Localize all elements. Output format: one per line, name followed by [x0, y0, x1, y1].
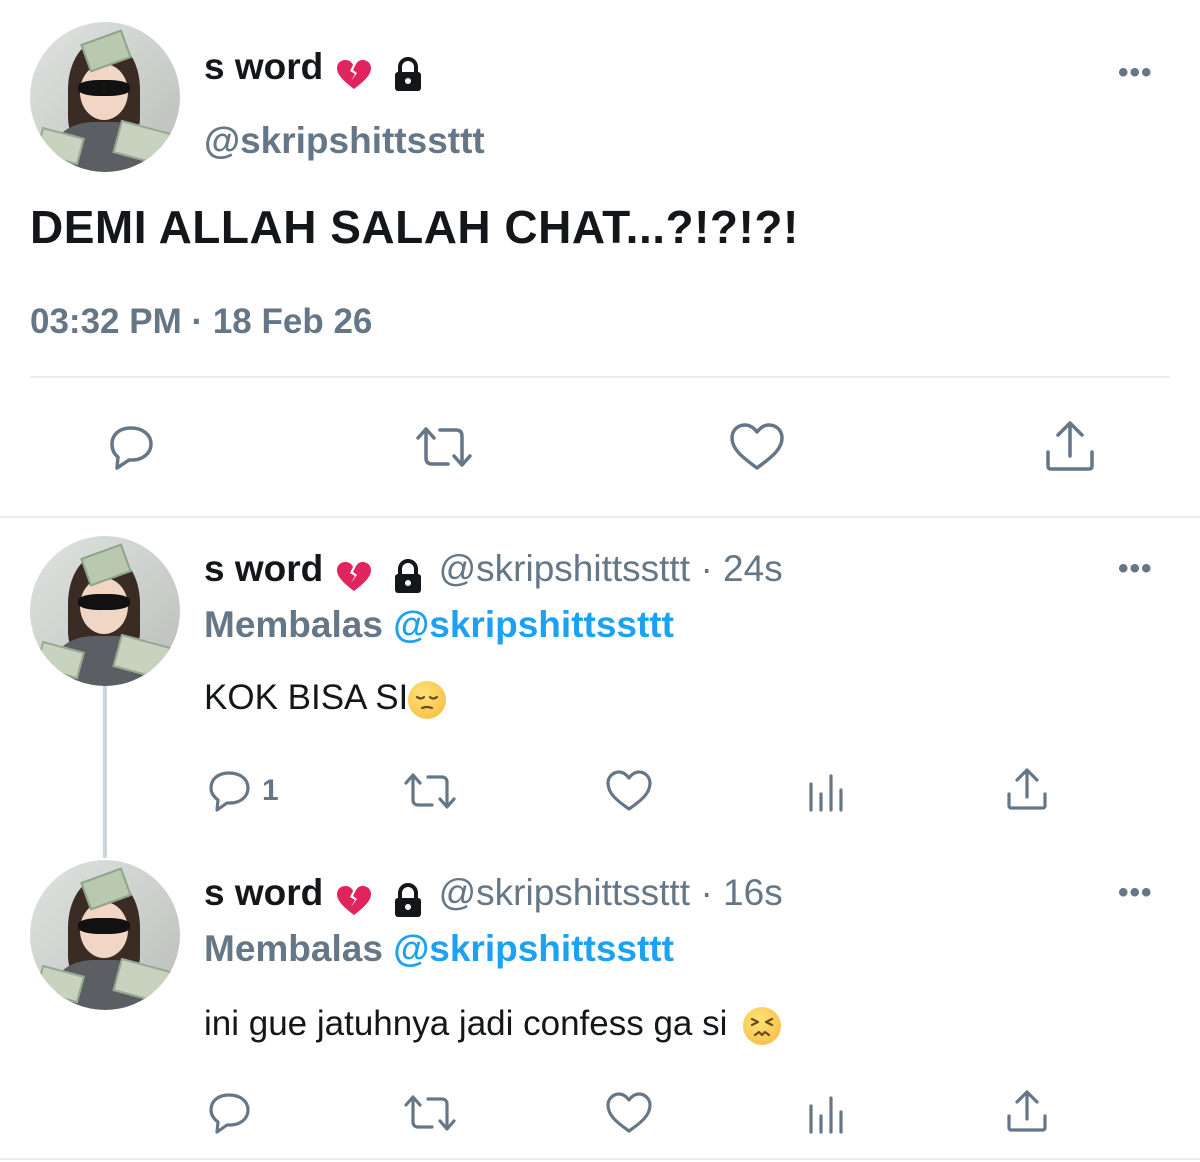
time-ago[interactable]: · 24s — [700, 548, 782, 589]
like-icon[interactable] — [728, 420, 786, 474]
lock-icon — [395, 558, 422, 593]
like-icon[interactable] — [604, 1090, 654, 1136]
retweet-icon[interactable] — [402, 768, 458, 814]
reply-icon[interactable] — [104, 420, 158, 474]
author-row: s word @skripshittssttt · 24s — [204, 548, 783, 595]
more-options-icon[interactable]: ••• — [1118, 56, 1153, 90]
retweet-icon[interactable] — [412, 420, 476, 474]
retweet-icon[interactable] — [402, 1090, 458, 1136]
pensive-face-icon — [408, 680, 447, 719]
divider — [30, 376, 1170, 378]
like-icon[interactable] — [604, 768, 654, 814]
share-icon[interactable] — [1004, 1088, 1050, 1134]
lock-icon — [395, 56, 422, 91]
author-handle[interactable]: @skripshittssttt — [439, 548, 690, 589]
lock-icon — [395, 882, 422, 917]
share-icon[interactable] — [1042, 418, 1098, 474]
avatar[interactable] — [30, 22, 180, 172]
author-handle[interactable]: @skripshittssttt — [204, 120, 485, 162]
avatar[interactable] — [30, 536, 180, 686]
thread-line — [103, 686, 107, 858]
more-options-icon[interactable]: ••• — [1118, 552, 1153, 586]
tweet-body: ini gue jatuhnya jadi confess ga si — [204, 1004, 782, 1045]
author-name[interactable]: s word — [204, 46, 323, 87]
broken-heart-icon — [336, 59, 371, 89]
author-handle[interactable]: @skripshittssttt — [439, 872, 690, 913]
author-row: s word @skripshittssttt · 16s — [204, 872, 783, 919]
analytics-icon[interactable] — [806, 770, 850, 812]
author-name-row: s word — [204, 46, 426, 93]
replying-prefix: Membalas — [204, 928, 383, 969]
reply-count: 1 — [262, 774, 279, 807]
replying-to: Membalas @skripshittssttt — [204, 604, 674, 646]
author-name[interactable]: s word — [204, 548, 323, 589]
reply-icon[interactable] — [206, 768, 254, 814]
tweet-text: KOK BISA SI — [204, 678, 409, 717]
analytics-icon[interactable] — [806, 1092, 850, 1134]
mention-link[interactable]: @skripshittssttt — [393, 928, 674, 969]
reply-icon[interactable] — [206, 1090, 254, 1136]
time-ago[interactable]: · 16s — [700, 872, 782, 913]
tweet-text: DEMI ALLAH SALAH CHAT...?!?!?! — [30, 201, 799, 253]
divider — [0, 516, 1200, 518]
divider — [0, 1158, 1200, 1160]
tweet-timestamp[interactable]: 03:32 PM · 18 Feb 26 — [30, 302, 372, 342]
persevering-face-icon — [743, 1006, 782, 1045]
broken-heart-icon — [336, 561, 371, 591]
share-icon[interactable] — [1004, 766, 1050, 812]
replying-prefix: Membalas — [204, 604, 383, 645]
more-options-icon[interactable]: ••• — [1118, 876, 1153, 910]
replying-to: Membalas @skripshittssttt — [204, 928, 674, 970]
tweet-body: KOK BISA SI — [204, 678, 447, 719]
mention-link[interactable]: @skripshittssttt — [393, 604, 674, 645]
author-name[interactable]: s word — [204, 872, 323, 913]
avatar[interactable] — [30, 860, 180, 1010]
tweet-text: ini gue jatuhnya jadi confess ga si — [204, 1004, 728, 1043]
broken-heart-icon — [336, 885, 371, 915]
